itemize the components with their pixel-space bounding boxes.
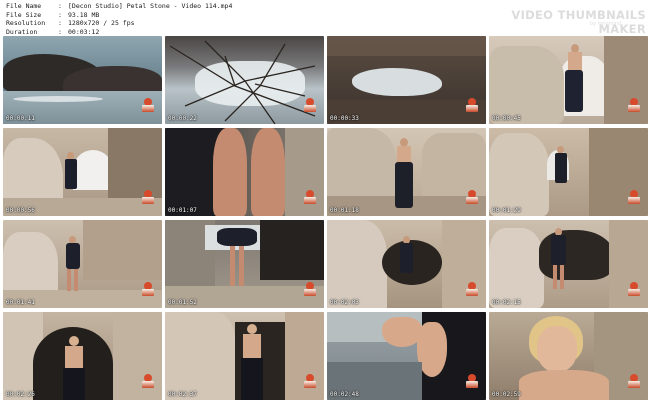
frame-timestamp: 00:00:11 — [6, 115, 35, 122]
thumbnail-frame[interactable]: 00:02:48 — [327, 312, 486, 400]
frame-timestamp: 00:00:33 — [330, 115, 359, 122]
thumbnail-frame[interactable]: 00:02:15 — [489, 220, 648, 308]
thumbnail-grid: 00:00:11 00:00:22 00:00:33 00:00:45 00:0… — [3, 36, 648, 400]
studio-watermark-icon — [466, 190, 478, 204]
frame-timestamp: 00:00:45 — [492, 115, 521, 122]
frame-image — [165, 36, 324, 124]
frame-timestamp: 00:01:18 — [330, 207, 359, 214]
frame-timestamp: 00:02:03 — [330, 299, 359, 306]
thumbnail-frame[interactable]: 00:00:22 — [165, 36, 324, 124]
thumbnail-frame[interactable]: 00:01:07 — [165, 128, 324, 216]
frame-timestamp: 00:00:22 — [168, 115, 197, 122]
frame-timestamp: 00:02:37 — [168, 391, 197, 398]
studio-watermark-icon — [142, 374, 154, 388]
frame-timestamp: 00:01:52 — [168, 299, 197, 306]
studio-watermark-icon — [466, 374, 478, 388]
studio-watermark-icon — [304, 190, 316, 204]
frame-image — [489, 312, 648, 400]
app-brand-subtitle: by Innomind — [590, 21, 622, 27]
thumbnail-frame[interactable]: 00:00:11 — [3, 36, 162, 124]
studio-watermark-icon — [628, 190, 640, 204]
info-separator: : — [58, 2, 62, 10]
thumbnail-frame[interactable]: 00:00:45 — [489, 36, 648, 124]
frame-image — [165, 220, 324, 308]
info-value: 93.18 MB — [68, 10, 100, 19]
info-separator: : — [58, 10, 62, 19]
thumbnail-frame[interactable]: 00:01:52 — [165, 220, 324, 308]
thumbnail-frame[interactable]: 00:02:37 — [165, 312, 324, 400]
studio-watermark-icon — [304, 374, 316, 388]
frame-image — [489, 220, 648, 308]
frame-timestamp: 00:02:59 — [492, 391, 521, 398]
frame-timestamp: 00:01:41 — [6, 299, 35, 306]
frame-image — [327, 128, 486, 216]
thumbnail-frame[interactable]: 00:02:03 — [327, 220, 486, 308]
studio-watermark-icon — [466, 282, 478, 296]
frame-image — [327, 36, 486, 124]
frame-timestamp: 00:01:07 — [168, 207, 197, 214]
frame-timestamp: 00:02:15 — [492, 299, 521, 306]
info-row-resolution: Resolution : 1280x720 / 25 fps — [6, 19, 232, 28]
thumbnail-frame[interactable]: 00:01:18 — [327, 128, 486, 216]
frame-image — [165, 312, 324, 400]
info-value: 1280x720 / 25 fps — [68, 19, 135, 28]
frame-image — [165, 128, 324, 216]
frame-image — [3, 312, 162, 400]
frame-image — [3, 220, 162, 308]
info-row-file-name: File Name : [Decon Studio] Petal Stone -… — [6, 2, 232, 11]
thumbnail-frame[interactable]: 00:00:33 — [327, 36, 486, 124]
file-info-panel: File Name : [Decon Studio] Petal Stone -… — [6, 2, 232, 36]
studio-watermark-icon — [142, 190, 154, 204]
info-label: Resolution — [6, 19, 46, 28]
studio-watermark-icon — [142, 282, 154, 296]
info-label: File Size — [6, 10, 42, 19]
info-value: [Decon Studio] Petal Stone - Video 114.m… — [68, 2, 233, 10]
frame-image — [3, 128, 162, 216]
studio-watermark-icon — [142, 98, 154, 112]
thumbnail-frame[interactable]: 00:00:56 — [3, 128, 162, 216]
thumbnail-frame[interactable]: 00:01:41 — [3, 220, 162, 308]
thumbnail-frame[interactable]: 00:02:59 — [489, 312, 648, 400]
frame-timestamp: 00:01:29 — [492, 207, 521, 214]
info-separator: : — [58, 19, 62, 28]
thumbnail-frame[interactable]: 00:02:26 — [3, 312, 162, 400]
frame-image — [489, 36, 648, 124]
frame-timestamp: 00:00:56 — [6, 207, 35, 214]
studio-watermark-icon — [628, 282, 640, 296]
studio-watermark-icon — [628, 98, 640, 112]
frame-image — [3, 36, 162, 124]
studio-watermark-icon — [304, 98, 316, 112]
frame-image — [327, 220, 486, 308]
studio-watermark-icon — [304, 282, 316, 296]
info-row-file-size: File Size : 93.18 MB — [6, 11, 232, 20]
frame-timestamp: 00:02:48 — [330, 391, 359, 398]
frame-timestamp: 00:02:26 — [6, 391, 35, 398]
studio-watermark-icon — [466, 98, 478, 112]
info-label: File Name — [6, 2, 42, 10]
frame-image — [327, 312, 486, 400]
studio-watermark-icon — [628, 374, 640, 388]
frame-image — [489, 128, 648, 216]
thumbnail-frame[interactable]: 00:01:29 — [489, 128, 648, 216]
